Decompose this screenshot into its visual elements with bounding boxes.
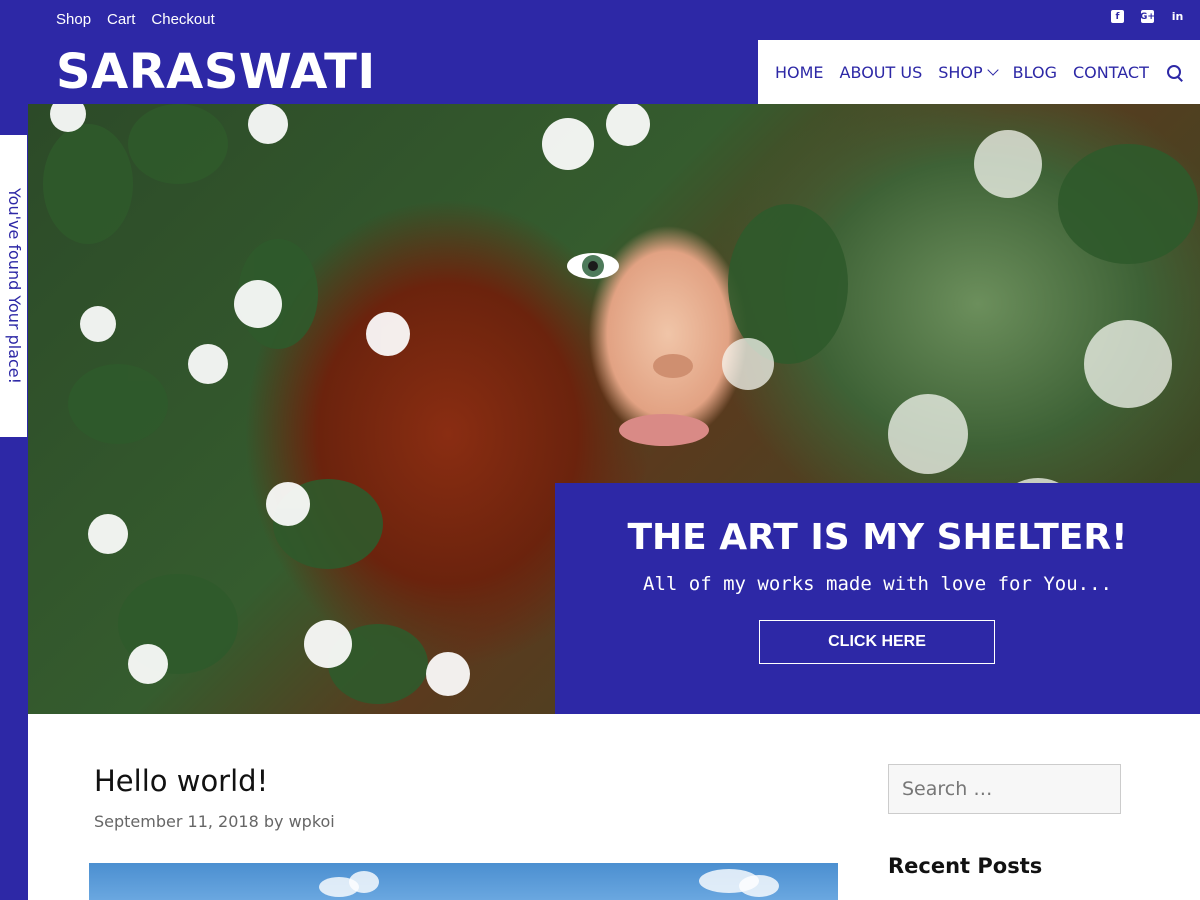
side-tab[interactable]: You've found Your place! <box>0 135 27 437</box>
chevron-down-icon <box>986 63 999 76</box>
hero-title: THE ART IS MY SHELTER! <box>627 517 1128 558</box>
top-link-cart[interactable]: Cart <box>107 11 135 28</box>
nav-item-label: HOME <box>775 62 824 82</box>
search-input[interactable] <box>889 765 1125 813</box>
nav-item-label: CONTACT <box>1072 62 1149 82</box>
nav-item-about-us[interactable]: ABOUT US <box>840 63 923 82</box>
post-title[interactable]: Hello world! <box>94 764 268 798</box>
nav-item-blog[interactable]: BLOG <box>1013 63 1057 82</box>
linkedin-icon[interactable]: in <box>1171 10 1184 23</box>
facebook-icon[interactable]: f <box>1111 10 1124 23</box>
nav-item-label: ABOUT US <box>839 62 923 82</box>
top-links: Shop Cart Checkout <box>56 0 215 38</box>
search-icon[interactable] <box>1166 64 1183 82</box>
sidebar-search <box>888 764 1125 814</box>
top-link-shop[interactable]: Shop <box>56 11 91 28</box>
hero-cta-panel: THE ART IS MY SHELTER! All of my works m… <box>555 483 1200 714</box>
nav-item-contact[interactable]: CONTACT <box>1073 63 1149 82</box>
google-plus-icon[interactable]: G+ <box>1140 10 1155 23</box>
nav-item-home[interactable]: HOME <box>775 63 824 82</box>
main-navigation: HOME ABOUT US SHOP BLOG CONTACT <box>758 40 1200 104</box>
top-link-checkout[interactable]: Checkout <box>151 11 214 28</box>
site-logo[interactable]: SARASWATI <box>56 44 376 100</box>
social-links: f G+ in <box>1111 10 1184 23</box>
nav-item-label: SHOP <box>938 62 983 82</box>
post-featured-image[interactable] <box>89 863 838 900</box>
click-here-button[interactable]: CLICK HERE <box>759 620 995 664</box>
post-meta: September 11, 2018 by wpkoi <box>94 812 335 831</box>
nav-item-shop[interactable]: SHOP <box>938 62 999 82</box>
side-tab-label: You've found Your place! <box>5 187 24 385</box>
nav-item-label: BLOG <box>1012 62 1057 82</box>
hero-subtitle: All of my works made with love for You..… <box>643 573 1112 595</box>
recent-posts-heading: Recent Posts <box>888 854 1043 878</box>
top-bar: Shop Cart Checkout f G+ in <box>0 0 1200 40</box>
